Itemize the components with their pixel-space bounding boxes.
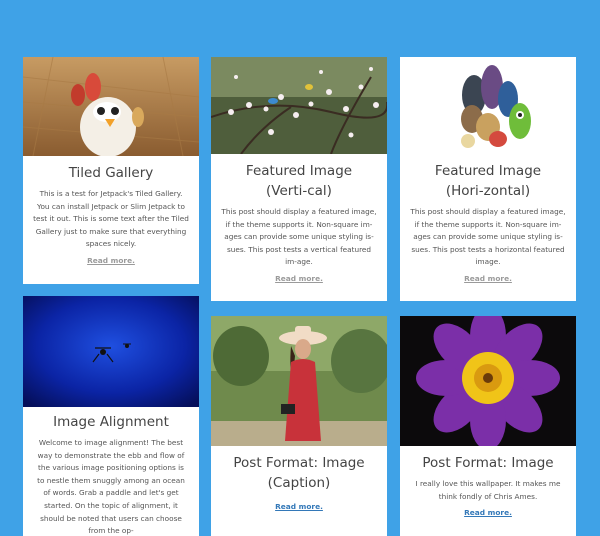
post-card-tiled-gallery: Tiled Gallery This is a test for Jetpack… <box>23 57 199 284</box>
read-more-link[interactable]: Read more. <box>400 274 576 283</box>
post-thumbnail-flower[interactable] <box>400 316 576 446</box>
post-title[interactable]: Featured Image (Hori-zontal) <box>414 161 562 201</box>
post-excerpt: This post should display a featured imag… <box>221 207 377 267</box>
post-thumbnail-monsters[interactable] <box>400 57 576 154</box>
post-card-image: Post Format: Image I really love this wa… <box>400 316 576 536</box>
post-excerpt: I really love this wallpaper. It makes m… <box>415 479 561 501</box>
post-card-image-alignment: Image Alignment Welcome to image alignme… <box>23 296 199 536</box>
monster-characters-image <box>400 57 576 154</box>
blue-space-image <box>23 296 199 407</box>
post-card-image-caption: Post Format: Image (Caption) Read more. <box>211 316 387 536</box>
post-thumbnail-bird[interactable] <box>23 57 199 156</box>
bird-cartoon-image <box>23 57 199 156</box>
post-thumbnail-blue-space[interactable] <box>23 296 199 407</box>
post-excerpt: This post should display a featured imag… <box>410 207 566 267</box>
post-thumbnail-woman[interactable] <box>211 316 387 446</box>
post-excerpt: Welcome to image alignment! The best way… <box>37 438 185 536</box>
cherry-blossom-image <box>211 57 387 154</box>
post-excerpt: This is a test for Jetpack's Tiled Galle… <box>33 189 189 249</box>
read-more-link[interactable]: Read more. <box>400 508 576 517</box>
read-more-link[interactable]: Read more. <box>211 502 387 511</box>
post-title[interactable]: Tiled Gallery <box>31 163 191 183</box>
read-more-link[interactable]: Read more. <box>211 274 387 283</box>
post-thumbnail-blossoms[interactable] <box>211 57 387 154</box>
post-title[interactable]: Post Format: Image <box>408 453 568 473</box>
read-more-link[interactable]: Read more. <box>23 256 199 265</box>
post-card-featured-horizontal: Featured Image (Hori-zontal) This post s… <box>400 57 576 301</box>
purple-flower-image <box>400 316 576 446</box>
woman-in-hat-image <box>211 316 387 446</box>
post-title[interactable]: Post Format: Image (Caption) <box>225 453 373 493</box>
post-title[interactable]: Image Alignment <box>31 412 191 432</box>
post-title[interactable]: Featured Image (Verti-cal) <box>225 161 373 201</box>
page: { "colors": { "background": "#3fa2e7", "… <box>0 0 600 536</box>
post-card-featured-vertical: Featured Image (Verti-cal) This post sho… <box>211 57 387 301</box>
